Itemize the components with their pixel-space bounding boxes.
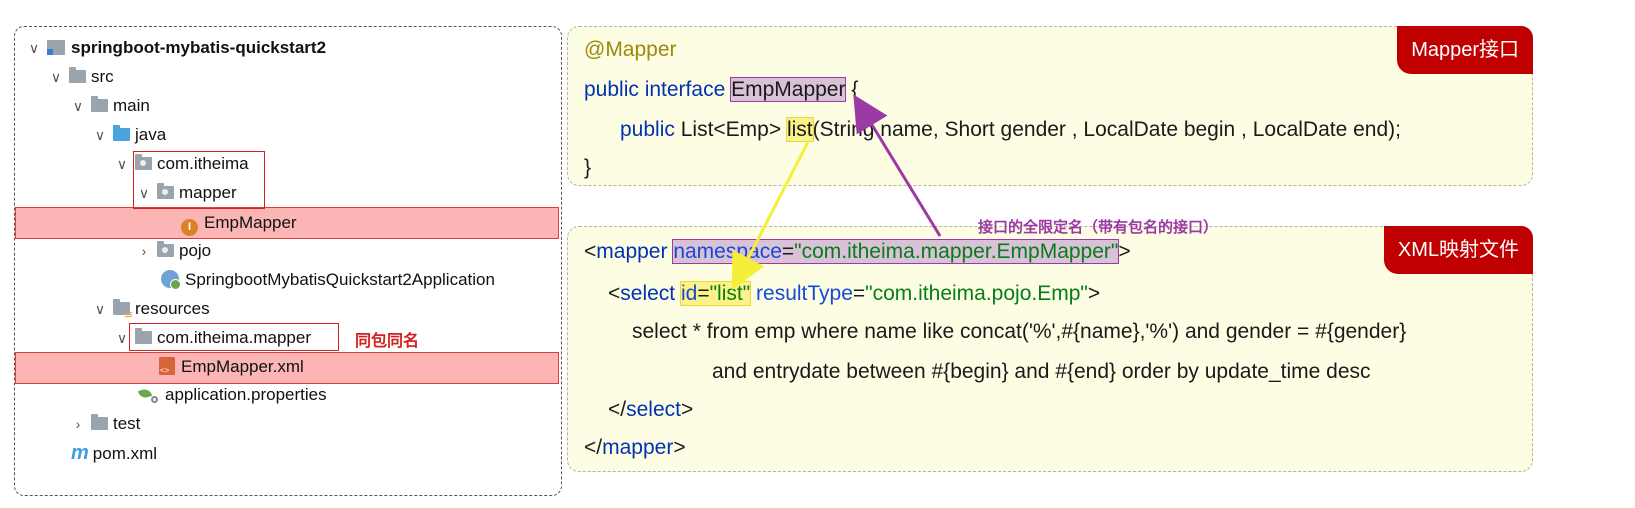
namespace-to-interface-arrow: [853, 94, 942, 237]
method-to-id-arrow: [731, 141, 810, 291]
namespace-arrow-label: 接口的全限定名（带有包名的接口）: [978, 219, 1219, 236]
connector-arrows: [731, 94, 942, 291]
